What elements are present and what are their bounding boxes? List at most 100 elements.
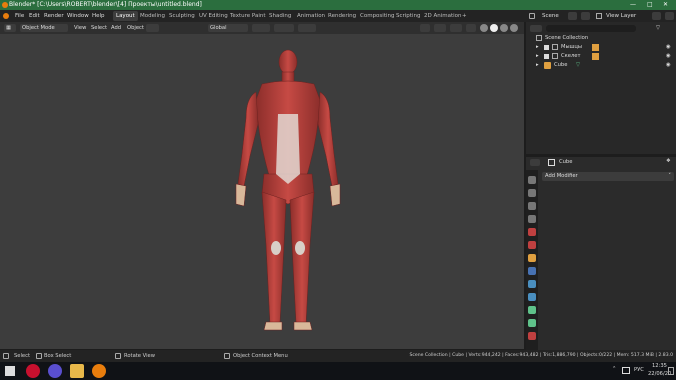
expand-arrow-icon[interactable]: ▸ <box>536 43 539 52</box>
anatomy-model <box>235 49 341 331</box>
clock-time[interactable]: 12:35 <box>652 363 667 369</box>
menu-object[interactable]: Object <box>127 22 144 34</box>
start-windows-icon[interactable] <box>5 366 15 376</box>
notification-icon[interactable] <box>668 367 674 375</box>
scene-header: Scene View Layer <box>526 10 676 22</box>
filter-icon[interactable]: ▽ <box>656 24 660 33</box>
minimize-icon[interactable]: — <box>630 0 636 10</box>
constraints-tab-icon[interactable] <box>528 306 536 314</box>
expand-arrow-icon[interactable]: ▸ <box>536 52 539 61</box>
file-explorer-icon[interactable] <box>70 364 84 378</box>
eye-icon[interactable]: ◉ <box>666 52 671 61</box>
overlay-icon[interactable] <box>450 24 462 32</box>
tab-shading[interactable]: Shading <box>266 11 294 21</box>
particles-tab-icon[interactable] <box>528 280 536 288</box>
outliner: ▽ Scene Collection ▸ Мышцы ◉ ▸ Скелет ◉ … <box>526 22 676 154</box>
wireframe-shading-icon[interactable] <box>480 24 488 32</box>
add-workspace-icon[interactable]: + <box>459 11 470 21</box>
pin-icon[interactable]: ❖ <box>666 158 671 164</box>
checkbox-icon[interactable] <box>544 45 549 50</box>
outliner-search-input[interactable] <box>546 25 636 32</box>
checkbox-icon[interactable] <box>544 54 549 59</box>
mode-selector[interactable]: Object Mode <box>20 24 68 32</box>
collection-row[interactable]: Scene Collection <box>526 34 676 43</box>
blender-taskbar-icon[interactable] <box>92 364 106 378</box>
menu-add[interactable]: Add <box>111 22 121 34</box>
list-item[interactable]: ▸ Скелет ◉ <box>526 52 676 61</box>
tool-tab-icon[interactable] <box>528 176 536 184</box>
remove-view-layer-icon[interactable] <box>665 12 674 20</box>
data-tab-icon[interactable] <box>528 319 536 327</box>
tab-layout[interactable]: Layout <box>113 11 138 21</box>
editor-type-icon[interactable]: ▦ <box>4 24 16 32</box>
blender-menu-icon[interactable] <box>3 13 9 19</box>
rendered-shading-icon[interactable] <box>510 24 518 32</box>
proportional-edit-icon[interactable] <box>298 24 316 32</box>
tab-uv-editing[interactable]: UV Editing <box>196 11 231 21</box>
menu-edit[interactable]: Edit <box>29 10 40 22</box>
view-layer-tab-icon[interactable] <box>528 215 536 223</box>
list-item[interactable]: ▸ Мышцы ◉ <box>526 43 676 52</box>
display-mode-icon[interactable] <box>530 25 542 32</box>
menu-window[interactable]: Window <box>67 10 89 22</box>
material-tab-icon[interactable] <box>528 332 536 340</box>
physics-tab-icon[interactable] <box>528 293 536 301</box>
new-view-layer-icon[interactable] <box>652 12 661 20</box>
properties-editor: Cube ❖ Add Modifier ˅ <box>526 157 676 350</box>
3d-viewport[interactable] <box>0 34 524 349</box>
orientation-selector[interactable]: Global <box>208 24 248 32</box>
tab-2d-animation[interactable]: 2D Animation <box>421 11 465 21</box>
visibility-icon[interactable] <box>420 24 430 32</box>
properties-tabs <box>526 170 538 350</box>
menu-render[interactable]: Render <box>44 10 64 22</box>
tab-texture-paint[interactable]: Texture Paint <box>227 11 269 21</box>
tab-animation[interactable]: Animation <box>294 11 328 21</box>
status-box-select: Box Select <box>44 353 72 359</box>
pivot-icon[interactable] <box>252 24 270 32</box>
list-item[interactable]: ▸ Cube ▽ ◉ <box>526 61 676 70</box>
object-tab-icon[interactable] <box>528 254 536 262</box>
world-tab-icon[interactable] <box>528 241 536 249</box>
tab-compositing[interactable]: Compositing <box>357 11 397 21</box>
outliner-item-label: Cube <box>554 62 568 68</box>
editor-type-icon[interactable] <box>530 159 540 166</box>
tab-scripting[interactable]: Scripting <box>393 11 423 21</box>
menu-view[interactable]: View <box>74 22 86 34</box>
add-modifier-button[interactable]: Add Modifier ˅ <box>542 172 674 181</box>
modifier-tab-icon[interactable] <box>528 267 536 275</box>
material-shading-icon[interactable] <box>500 24 508 32</box>
collection-icon <box>552 44 558 50</box>
opera-icon[interactable] <box>26 364 40 378</box>
xray-icon[interactable] <box>466 24 476 32</box>
menu-select[interactable]: Select <box>91 22 107 34</box>
maximize-icon[interactable]: □ <box>647 0 653 10</box>
scene-selector[interactable]: Scene <box>542 10 559 22</box>
view-layer-selector[interactable]: View Layer <box>606 10 636 22</box>
tab-sculpting[interactable]: Sculpting <box>166 11 198 21</box>
output-tab-icon[interactable] <box>528 202 536 210</box>
language-indicator[interactable]: РУС <box>634 367 644 373</box>
browser-icon[interactable] <box>48 364 62 378</box>
mesh-object-icon <box>544 62 551 69</box>
gizmo-icon[interactable] <box>434 24 446 32</box>
close-icon[interactable]: ✕ <box>663 0 668 10</box>
eye-icon[interactable]: ◉ <box>666 61 671 70</box>
solid-shading-icon[interactable] <box>490 24 498 32</box>
scene-icon <box>529 13 535 19</box>
menu-help[interactable]: Help <box>92 10 105 22</box>
network-icon[interactable] <box>622 367 630 374</box>
remove-scene-icon[interactable] <box>581 12 590 20</box>
snap-icon[interactable] <box>274 24 294 32</box>
expand-arrow-icon[interactable]: ▸ <box>536 61 539 70</box>
chevron-up-icon[interactable]: ⌃ <box>612 366 616 372</box>
outliner-item-label: Мышцы <box>561 44 582 50</box>
tab-modeling[interactable]: Modeling <box>137 11 168 21</box>
status-context: Object Context Menu <box>233 353 288 359</box>
menu-file[interactable]: File <box>15 10 24 22</box>
tab-rendering[interactable]: Rendering <box>325 11 359 21</box>
selection-mode-icon[interactable] <box>146 24 159 32</box>
new-scene-icon[interactable] <box>568 12 577 20</box>
scene-tab-icon[interactable] <box>528 228 536 236</box>
render-tab-icon[interactable] <box>528 189 536 197</box>
eye-icon[interactable]: ◉ <box>666 43 671 52</box>
